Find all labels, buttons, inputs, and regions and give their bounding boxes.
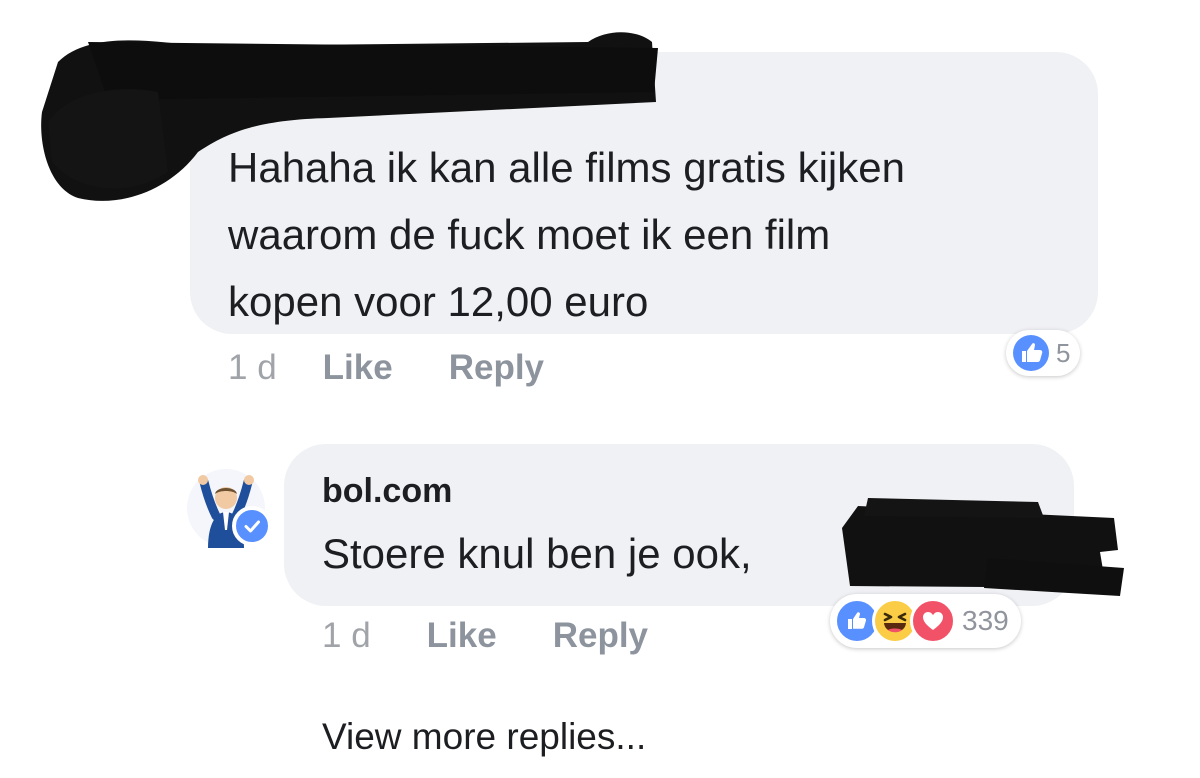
redaction-mark bbox=[41, 32, 658, 201]
comment-timestamp: 1 d bbox=[228, 348, 277, 387]
comment-reply-button[interactable]: Reply bbox=[449, 348, 544, 388]
reply-author-name[interactable]: bol.com bbox=[322, 472, 452, 511]
comment-meta: 1 d Like Reply bbox=[228, 348, 544, 388]
like-icon bbox=[1012, 334, 1050, 372]
reaction-count: 339 bbox=[962, 605, 1009, 636]
verified-badge-icon bbox=[232, 506, 272, 546]
comment-like-button[interactable]: Like bbox=[323, 348, 393, 388]
reply-meta: 1 d Like Reply bbox=[322, 616, 648, 656]
reply-reactions[interactable]: 339 bbox=[830, 594, 1021, 648]
reply-text: Stoere knul ben je ook, bbox=[322, 530, 752, 577]
reply-like-button[interactable]: Like bbox=[427, 616, 497, 656]
reply-reply-button[interactable]: Reply bbox=[553, 616, 648, 656]
comment-reactions[interactable]: 5 bbox=[1006, 330, 1081, 376]
love-icon bbox=[910, 598, 956, 644]
reaction-count: 5 bbox=[1056, 337, 1071, 368]
view-more-replies-link[interactable]: View more replies... bbox=[322, 716, 646, 758]
redaction-mark bbox=[842, 498, 1124, 596]
reply-timestamp: 1 d bbox=[322, 616, 371, 655]
